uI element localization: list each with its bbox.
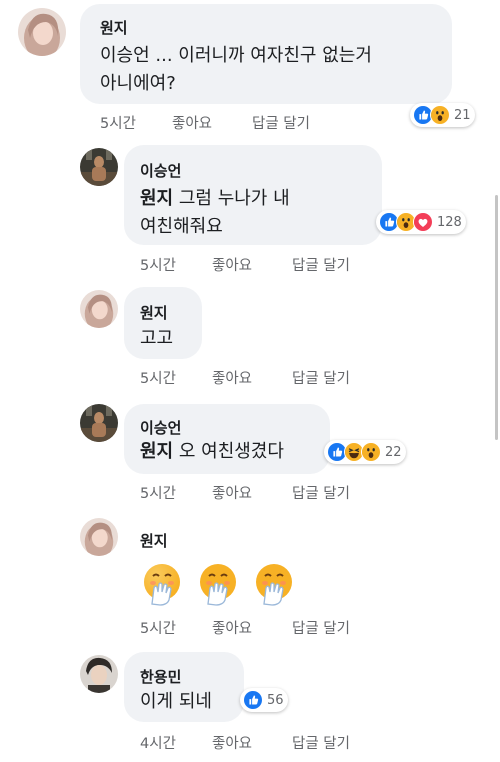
hand-over-mouth-emoji	[196, 562, 240, 606]
reply-button[interactable]: 답글 달기	[292, 617, 350, 638]
reaction-count: 128	[437, 214, 462, 230]
reaction-count: 56	[267, 692, 284, 708]
mention-tag[interactable]: 원지	[140, 188, 173, 209]
scrollbar-thumb[interactable]	[495, 195, 498, 440]
comment-author[interactable]: 한용민	[140, 666, 181, 687]
comment-author[interactable]: 원지	[100, 17, 128, 38]
reply-button[interactable]: 답글 달기	[292, 482, 350, 503]
avatar-wonji[interactable]	[18, 8, 66, 56]
timestamp[interactable]: 5시간	[140, 482, 176, 503]
comment-text: 아니에여?	[100, 73, 176, 94]
comment-actions: 5시간 좋아요 답글 달기	[140, 367, 440, 387]
like-button[interactable]: 좋아요	[212, 617, 252, 638]
like-button[interactable]: 좋아요	[212, 254, 252, 275]
reply-button[interactable]: 답글 달기	[292, 254, 350, 275]
timestamp[interactable]: 4시간	[140, 732, 176, 753]
avatar-hanyongmin[interactable]	[80, 655, 118, 693]
timestamp[interactable]: 5시간	[140, 617, 176, 638]
comment-text: 원지 오 여친생겼다	[140, 441, 284, 462]
wow-icon	[430, 105, 450, 125]
comment-text: 이승언 ... 이러니까 여자친구 없는거	[100, 45, 372, 66]
comment-text: 원지 그럼 누나가 내	[140, 188, 290, 209]
timestamp[interactable]: 5시간	[100, 112, 136, 133]
scrollbar[interactable]	[495, 0, 498, 762]
timestamp[interactable]: 5시간	[140, 254, 176, 275]
comment-author[interactable]: 원지	[140, 530, 168, 551]
reaction-summary[interactable]: 21	[410, 103, 475, 127]
wow-icon	[361, 442, 381, 462]
comment-bubble: 한용민 이게 되네	[124, 652, 244, 722]
comment-author[interactable]: 이승언	[140, 417, 181, 438]
hand-over-mouth-emoji	[140, 562, 184, 606]
comment-text: 이게 되네	[140, 691, 212, 712]
reaction-count: 21	[454, 107, 471, 123]
timestamp[interactable]: 5시간	[140, 367, 176, 388]
avatar-leeseungeon[interactable]	[80, 148, 118, 186]
reply-button[interactable]: 답글 달기	[252, 112, 310, 133]
avatar-wonji[interactable]	[80, 290, 118, 328]
comment-bubble: 이승언 원지 오 여친생겼다	[124, 404, 330, 474]
reaction-summary[interactable]: 128	[376, 210, 466, 234]
comment-actions: 5시간 좋아요 답글 달기	[140, 617, 440, 637]
hand-over-mouth-emoji	[252, 562, 296, 606]
love-icon	[413, 212, 433, 232]
reply-button[interactable]: 답글 달기	[292, 732, 350, 753]
like-button[interactable]: 좋아요	[212, 367, 252, 388]
comment-actions: 5시간 좋아요 답글 달기	[140, 254, 440, 274]
comment-text: 고고	[140, 328, 174, 349]
comment-text: 여친해줘요	[140, 216, 223, 237]
comment-author[interactable]: 원지	[140, 302, 168, 323]
comment-actions: 5시간 좋아요 답글 달기	[140, 482, 440, 502]
comment-bubble: 원지 고고	[124, 287, 202, 359]
like-button[interactable]: 좋아요	[212, 482, 252, 503]
like-button[interactable]: 좋아요	[172, 112, 212, 133]
comment-actions: 4시간 좋아요 답글 달기	[140, 732, 440, 752]
reaction-count: 22	[385, 444, 402, 460]
avatar-wonji[interactable]	[80, 518, 118, 556]
comment-bubble: 이승언 원지 그럼 누나가 내 여친해줘요	[124, 145, 382, 245]
comment-author[interactable]: 이승언	[140, 160, 181, 181]
reaction-summary[interactable]: 56	[240, 688, 288, 712]
reply-button[interactable]: 답글 달기	[292, 367, 350, 388]
comment-bubble: 원지 이승언 ... 이러니까 여자친구 없는거 아니에여?	[80, 4, 452, 104]
avatar-leeseungeon[interactable]	[80, 404, 118, 442]
like-icon	[243, 690, 263, 710]
reaction-summary[interactable]: 22	[324, 440, 406, 464]
mention-tag[interactable]: 원지	[140, 441, 173, 462]
like-button[interactable]: 좋아요	[212, 732, 252, 753]
comment-actions: 5시간 좋아요 답글 달기	[100, 112, 400, 132]
